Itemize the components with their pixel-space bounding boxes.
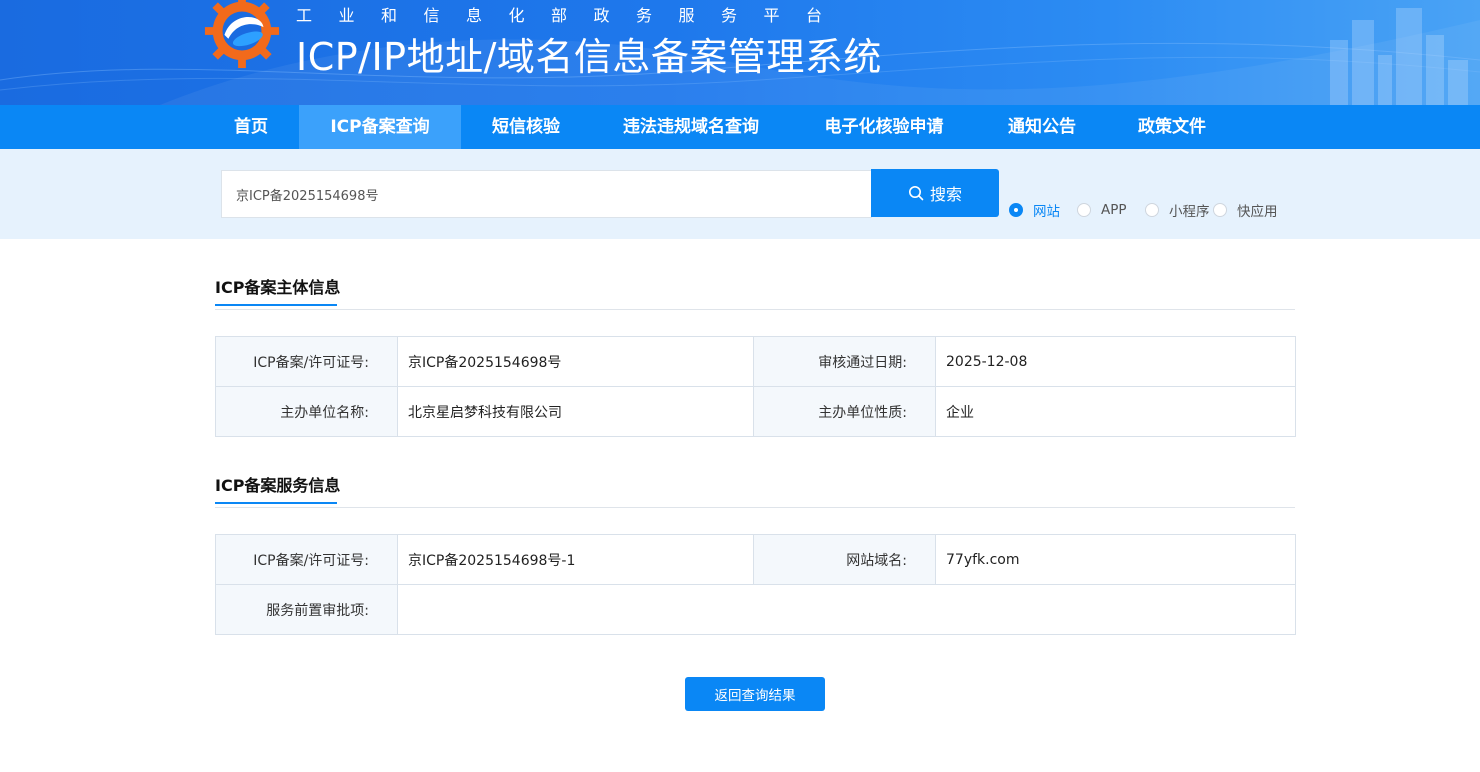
nav-item-home[interactable]: 首页	[203, 105, 299, 149]
domain-value: 77yfk.com	[935, 534, 1296, 585]
pre-approval-value	[397, 584, 1296, 635]
heading-underline	[215, 502, 337, 504]
organizer-type-value: 企业	[935, 386, 1296, 437]
approval-date-label: 审核通过日期:	[753, 336, 936, 387]
table-row: ICP备案/许可证号: 京ICP备2025154698号 审核通过日期: 202…	[215, 336, 1296, 387]
main-nav: 首页 ICP备案查询 短信核验 违法违规域名查询 电子化核验申请 通知公告 政策…	[0, 105, 1480, 149]
nav-item-notices[interactable]: 通知公告	[977, 105, 1107, 149]
search-input[interactable]	[221, 170, 872, 218]
section-divider	[215, 507, 1295, 508]
service-info-heading: ICP备案服务信息	[215, 472, 341, 504]
subject-info-title: ICP备案主体信息	[215, 278, 341, 297]
license-value: 京ICP备2025154698号	[397, 336, 754, 387]
service-info-title: ICP备案服务信息	[215, 476, 341, 495]
nav-item-policies[interactable]: 政策文件	[1107, 105, 1237, 149]
miit-logo-icon	[204, 0, 280, 69]
radio-app-label: APP	[1101, 202, 1127, 218]
service-info-table: ICP备案/许可证号: 京ICP备2025154698号-1 网站域名: 77y…	[215, 534, 1296, 635]
organizer-type-label: 主办单位性质:	[753, 386, 936, 437]
service-license-label: ICP备案/许可证号:	[215, 534, 398, 585]
radio-unchecked-icon	[1077, 203, 1091, 217]
search-button[interactable]: 搜索	[871, 169, 999, 217]
header-subtitle: 工业和信息化部政务服务平台	[296, 6, 849, 25]
header-banner: 工业和信息化部政务服务平台 ICP/IP地址/域名信息备案管理系统	[0, 0, 1480, 105]
nav-item-sms-verify[interactable]: 短信核验	[461, 105, 591, 149]
radio-quick-app-label: 快应用	[1237, 204, 1278, 220]
table-row: 主办单位名称: 北京星启梦科技有限公司 主办单位性质: 企业	[215, 386, 1296, 437]
pre-approval-label: 服务前置审批项:	[215, 584, 398, 635]
radio-unchecked-icon	[1145, 203, 1159, 217]
organizer-name-value: 北京星启梦科技有限公司	[397, 386, 754, 437]
radio-unchecked-icon	[1213, 203, 1227, 217]
domain-label: 网站域名:	[753, 534, 936, 585]
license-label: ICP备案/许可证号:	[215, 336, 398, 387]
search-button-label: 搜索	[929, 185, 962, 204]
nav-item-icp-query[interactable]: ICP备案查询	[299, 105, 461, 149]
section-divider	[215, 309, 1295, 310]
table-row: ICP备案/许可证号: 京ICP备2025154698号-1 网站域名: 77y…	[215, 534, 1296, 585]
service-license-value: 京ICP备2025154698号-1	[397, 534, 754, 585]
nav-item-illegal-domain[interactable]: 违法违规域名查询	[591, 105, 791, 149]
organizer-name-label: 主办单位名称:	[215, 386, 398, 437]
radio-app[interactable]: APP	[1077, 201, 1127, 219]
approval-date-value: 2025-12-08	[935, 336, 1296, 387]
page-title: ICP/IP地址/域名信息备案管理系统	[296, 35, 882, 79]
radio-website[interactable]: 网站	[1009, 201, 1060, 220]
back-to-results-button[interactable]: 返回查询结果	[685, 677, 825, 711]
radio-website-label: 网站	[1033, 204, 1060, 220]
heading-underline	[215, 304, 337, 306]
nav-item-e-verify[interactable]: 电子化核验申请	[791, 105, 977, 149]
radio-mini-program-label: 小程序	[1169, 204, 1210, 220]
search-icon	[908, 186, 924, 201]
subject-info-table: ICP备案/许可证号: 京ICP备2025154698号 审核通过日期: 202…	[215, 336, 1296, 437]
subject-info-heading: ICP备案主体信息	[215, 274, 341, 306]
search-area: 搜索 网站 APP 小程序 快应用	[0, 149, 1480, 239]
radio-checked-icon	[1009, 203, 1023, 217]
radio-quick-app[interactable]: 快应用	[1213, 201, 1278, 220]
radio-mini-program[interactable]: 小程序	[1145, 201, 1210, 220]
table-row: 服务前置审批项:	[215, 584, 1296, 635]
